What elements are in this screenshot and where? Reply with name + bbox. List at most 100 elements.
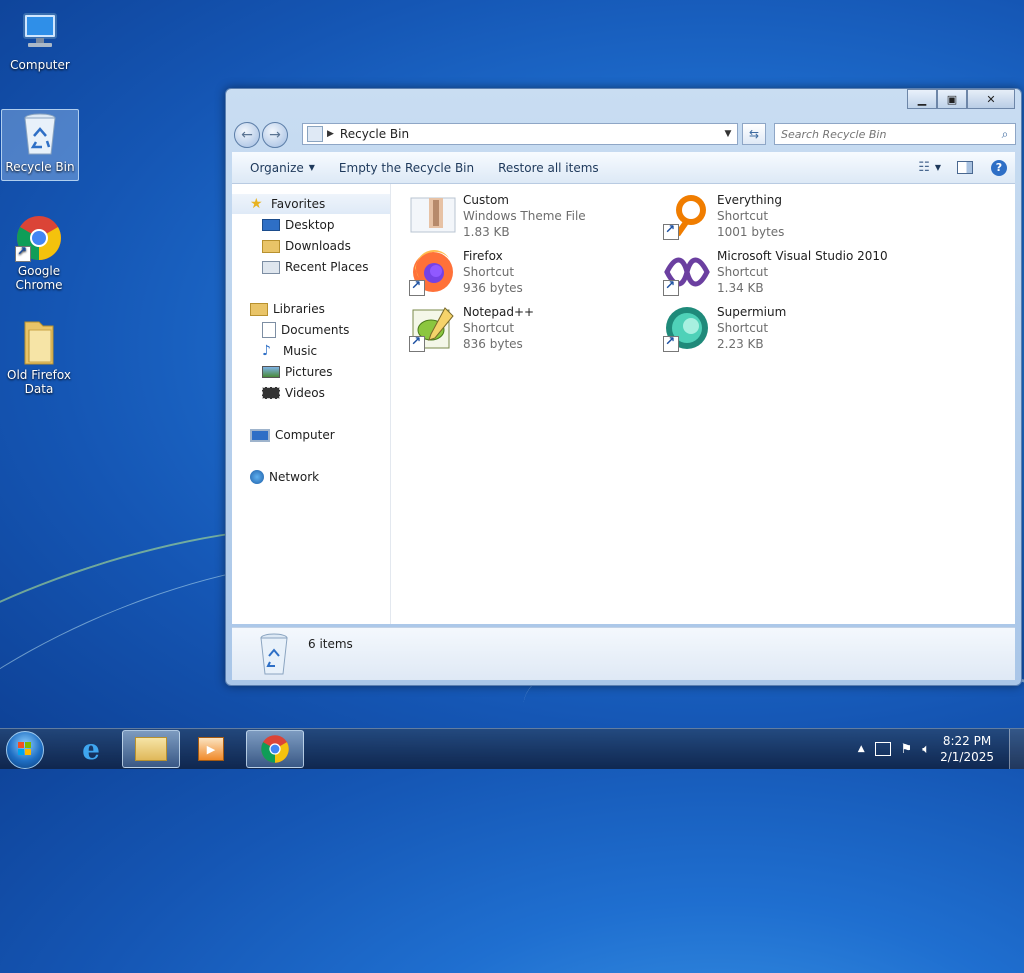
- empty-recycle-bin-button[interactable]: Empty the Recycle Bin: [327, 161, 486, 175]
- file-size: 936 bytes: [463, 281, 523, 295]
- media-player-icon: ▶: [198, 737, 224, 761]
- file-list: Custom Windows Theme File 1.83 KB Everyt…: [391, 184, 1015, 624]
- content-area: ★ Favorites Desktop Downloads Recent Pla…: [232, 184, 1015, 624]
- file-item-everything[interactable]: Everything Shortcut 1001 bytes: [663, 192, 913, 246]
- nav-desktop[interactable]: Desktop: [232, 215, 390, 235]
- nav-videos[interactable]: Videos: [232, 383, 390, 403]
- change-view-button[interactable]: ☷ ▼: [912, 160, 947, 175]
- file-size: 836 bytes: [463, 337, 523, 351]
- nav-recent-places[interactable]: Recent Places: [232, 257, 390, 277]
- chrome-icon: [261, 735, 289, 763]
- action-center-flag-icon[interactable]: ⚑: [901, 742, 913, 757]
- nav-downloads[interactable]: Downloads: [232, 236, 390, 256]
- close-button[interactable]: ✕: [967, 89, 1015, 109]
- preview-pane-button[interactable]: [947, 161, 983, 174]
- internet-explorer-icon: e: [82, 732, 100, 766]
- minimize-button[interactable]: ▁: [907, 89, 937, 109]
- help-icon: ?: [991, 159, 1007, 176]
- file-type: Windows Theme File: [463, 209, 586, 223]
- back-button[interactable]: ←: [234, 122, 260, 148]
- taskbar-windows-explorer[interactable]: [122, 730, 180, 768]
- desktop-icon-old-firefox-data[interactable]: Old Firefox Data: [1, 318, 77, 396]
- nav-label: Downloads: [285, 239, 351, 253]
- restore-all-items-button[interactable]: Restore all items: [486, 161, 611, 175]
- restore-all-items-label: Restore all items: [498, 160, 599, 175]
- preview-pane-icon: [957, 161, 973, 174]
- clock-date: 2/1/2025: [940, 750, 994, 764]
- nav-libraries[interactable]: Libraries: [232, 299, 390, 319]
- window-controls: ▁ ▣ ✕: [907, 89, 1015, 109]
- navigation-pane: ★ Favorites Desktop Downloads Recent Pla…: [232, 184, 391, 624]
- desktop-icon-google-chrome[interactable]: Google Chrome: [1, 214, 77, 292]
- desktop-icon-computer[interactable]: Computer: [2, 8, 78, 72]
- music-icon: ♪: [262, 343, 271, 359]
- refresh-button[interactable]: ⇆: [742, 123, 766, 145]
- organize-button[interactable]: Organize ▼: [238, 161, 327, 175]
- nav-label: Libraries: [273, 302, 325, 316]
- start-button[interactable]: [6, 731, 44, 769]
- maximize-button[interactable]: ▣: [937, 89, 967, 109]
- nav-computer[interactable]: Computer: [232, 425, 390, 445]
- nav-label: Recent Places: [285, 260, 369, 274]
- chevron-down-icon: ▼: [308, 163, 315, 172]
- forward-arrow-icon: →: [269, 127, 281, 143]
- file-item-visual-studio[interactable]: Microsoft Visual Studio 2010 Shortcut 1.…: [663, 248, 913, 302]
- downloads-folder-icon: [262, 239, 280, 253]
- forward-button[interactable]: →: [262, 122, 288, 148]
- show-desktop-button[interactable]: [1009, 729, 1024, 769]
- nav-pictures[interactable]: Pictures: [232, 362, 390, 382]
- theme-file-icon: [409, 192, 457, 240]
- file-name: Supermium: [717, 305, 787, 319]
- shortcut-arrow-icon: [15, 244, 31, 262]
- address-dropdown-button[interactable]: ▼: [719, 129, 737, 139]
- address-bar[interactable]: ▶ Recycle Bin ▼: [302, 123, 738, 145]
- desktop-icon-recycle-bin[interactable]: Recycle Bin: [1, 109, 79, 181]
- file-item-supermium[interactable]: Supermium Shortcut 2.23 KB: [663, 304, 913, 358]
- nav-label: Computer: [275, 428, 335, 442]
- supermium-icon: [663, 304, 711, 352]
- nav-label: Desktop: [285, 218, 335, 232]
- search-input[interactable]: [775, 126, 995, 142]
- minimize-icon: ▁: [917, 92, 927, 106]
- file-name: Firefox: [463, 249, 503, 263]
- volume-icon[interactable]: 🔈︎: [922, 742, 930, 757]
- system-tray: ▲ ⚑ 🔈︎ 8:22 PM 2/1/2025: [858, 729, 994, 769]
- notepad-plus-plus-icon: [409, 304, 457, 352]
- item-count: 6 items: [308, 637, 353, 651]
- clock-time: 8:22 PM: [942, 734, 992, 748]
- file-item-notepad-plus-plus[interactable]: Notepad++ Shortcut 836 bytes: [409, 304, 659, 358]
- file-type: Shortcut: [717, 209, 769, 223]
- nav-music[interactable]: ♪ Music: [232, 341, 390, 361]
- file-size: 1001 bytes: [717, 225, 785, 239]
- shortcut-arrow-icon: [409, 278, 425, 296]
- taskbar-chrome[interactable]: [246, 730, 304, 768]
- details-pane: 6 items: [232, 627, 1015, 680]
- windows-logo-icon: [18, 742, 31, 755]
- show-hidden-icons-button[interactable]: ▲: [858, 744, 865, 754]
- breadcrumb-separator-icon: ▶: [327, 129, 334, 139]
- taskbar-media-player[interactable]: ▶: [182, 730, 240, 768]
- recent-places-icon: [262, 260, 280, 274]
- taskbar-internet-explorer[interactable]: e: [62, 730, 120, 768]
- view-grid-icon: ☷: [918, 160, 930, 175]
- help-button[interactable]: ?: [983, 159, 1015, 176]
- explorer-window: ▁ ▣ ✕ ← → ▶ Recycle Bin ▼ ⇆ ⌕ Organize ▼…: [225, 88, 1022, 686]
- explorer-folder-icon: [135, 737, 167, 761]
- nav-label: Documents: [281, 323, 350, 337]
- file-item-firefox[interactable]: Firefox Shortcut 936 bytes: [409, 248, 659, 302]
- file-item-custom[interactable]: Custom Windows Theme File 1.83 KB: [409, 192, 659, 246]
- documents-icon: [262, 322, 276, 338]
- back-arrow-icon: ←: [241, 127, 253, 143]
- desktop-icon-label: Google Chrome: [15, 264, 63, 292]
- clock[interactable]: 8:22 PM 2/1/2025: [940, 733, 994, 765]
- search-box: ⌕: [774, 123, 1016, 145]
- nav-favorites[interactable]: ★ Favorites: [232, 194, 390, 214]
- chrome-icon: [15, 214, 63, 262]
- network-status-icon[interactable]: [874, 742, 891, 756]
- empty-recycle-bin-label: Empty the Recycle Bin: [338, 160, 475, 175]
- recycle-bin-small-icon: [307, 126, 323, 142]
- nav-network[interactable]: Network: [232, 467, 390, 487]
- nav-documents[interactable]: Documents: [232, 320, 390, 340]
- file-name: Microsoft Visual Studio 2010: [717, 249, 888, 263]
- shortcut-arrow-icon: [409, 334, 425, 352]
